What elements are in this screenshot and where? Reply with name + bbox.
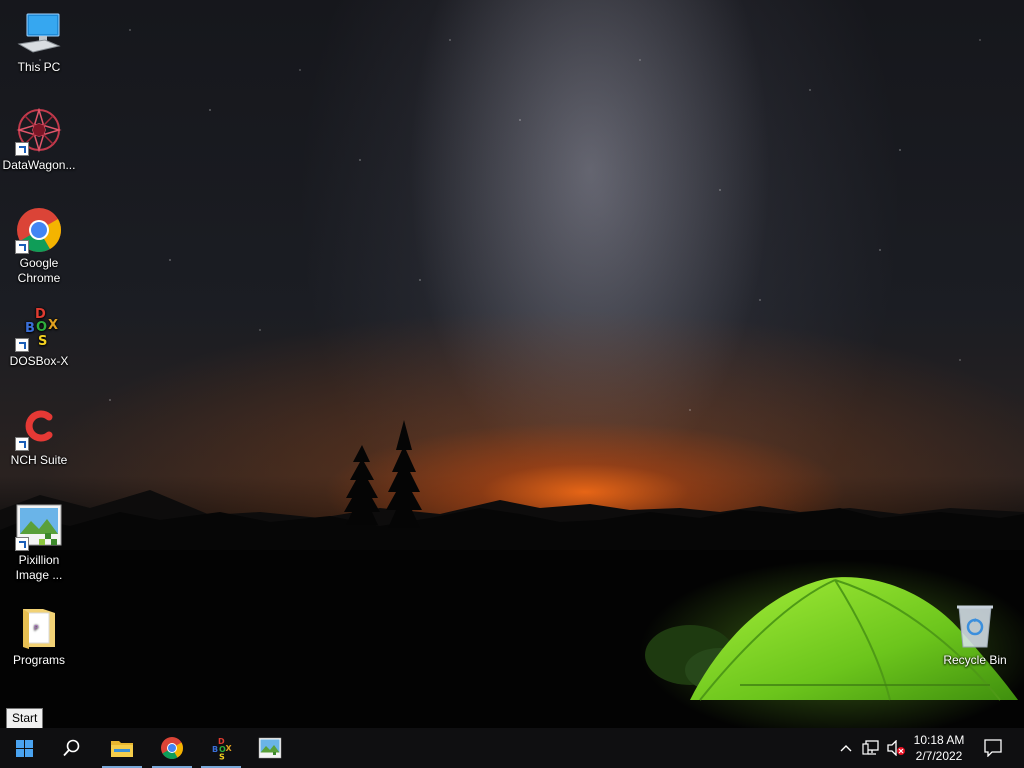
desktop-icon-this-pc[interactable]: This PC <box>1 10 77 75</box>
shortcut-arrow-icon <box>15 142 29 156</box>
shortcut-arrow-icon <box>15 537 29 551</box>
show-hidden-icons-button[interactable] <box>836 728 856 768</box>
nch-suite-icon <box>15 403 63 451</box>
taskbar-dosbox-x[interactable]: D B O X S <box>197 728 245 768</box>
clock-time: 10:18 AM <box>913 733 965 747</box>
folder-icon <box>111 741 133 757</box>
windows-logo-icon <box>15 739 33 757</box>
taskbar: D B O X S 10:18 AM 2/7/2022 <box>0 728 1024 768</box>
pixillion-icon <box>15 503 63 551</box>
desktop-icon-nch-suite[interactable]: NCH Suite <box>1 403 77 468</box>
desktop-icon-label: Recycle Bin <box>943 653 1007 667</box>
svg-text:B: B <box>212 745 218 754</box>
desktop-icon-label: This PC <box>17 60 61 74</box>
network-status-button[interactable] <box>860 728 882 768</box>
desktop-icon-label: Pixillion Image ... <box>15 553 63 582</box>
desktop-icon-label: Google Chrome <box>17 256 61 285</box>
dosbox-icon: D B O X S <box>212 737 233 761</box>
shortcut-arrow-icon <box>15 240 29 254</box>
taskbar-pixillion[interactable] <box>246 728 294 768</box>
search-button[interactable] <box>48 728 96 768</box>
start-button[interactable] <box>0 728 48 768</box>
datawagon-icon <box>15 107 63 156</box>
desktop[interactable]: This PC DataWagon... Google Chrome D B O… <box>0 0 1024 768</box>
chrome-icon <box>161 737 183 759</box>
desktop-icon-recycle-bin[interactable]: Recycle Bin <box>937 603 1013 668</box>
desktop-icon-label: NCH Suite <box>10 453 68 467</box>
desktop-icon-google-chrome[interactable]: Google Chrome <box>1 206 77 286</box>
svg-text:X: X <box>226 744 233 753</box>
desktop-icon-datawagon[interactable]: DataWagon... <box>1 107 77 173</box>
notification-icon <box>984 739 1002 757</box>
svg-text:O: O <box>36 320 47 335</box>
folder-icon: P <box>15 603 63 651</box>
wallpaper-landscape <box>0 420 1024 728</box>
svg-text:P: P <box>34 624 38 632</box>
network-icon <box>862 740 879 755</box>
clock-date: 2/7/2022 <box>915 749 963 763</box>
dosbox-icon: D B O X S <box>15 304 63 352</box>
desktop-icon-programs[interactable]: P Programs <box>1 603 77 668</box>
chevron-up-icon <box>840 745 852 752</box>
action-center-button[interactable] <box>978 728 1008 768</box>
search-icon <box>63 739 80 757</box>
taskbar-chrome[interactable] <box>148 728 196 768</box>
recycle-bin-icon <box>951 603 999 651</box>
desktop-icon-dosbox-x[interactable]: D B O X S DOSBox-X <box>1 304 77 369</box>
start-tooltip: Start <box>6 708 44 729</box>
taskbar-clock[interactable]: 10:18 AM 2/7/2022 <box>904 728 974 768</box>
desktop-icon-label: DataWagon... <box>2 158 76 172</box>
desktop-icon-label: Programs <box>12 653 65 667</box>
pixillion-icon <box>258 737 282 759</box>
volume-muted-icon <box>887 740 905 756</box>
desktop-icon-pixillion[interactable]: Pixillion Image ... <box>1 503 77 583</box>
svg-text:S: S <box>219 753 225 761</box>
desktop-icon-label: DOSBox-X <box>9 354 69 368</box>
computer-icon <box>15 10 63 58</box>
chrome-icon <box>15 206 63 254</box>
svg-text:B: B <box>25 321 35 336</box>
svg-text:X: X <box>48 318 58 333</box>
svg-text:S: S <box>38 334 47 349</box>
shortcut-arrow-icon <box>15 338 29 352</box>
shortcut-arrow-icon <box>15 437 29 451</box>
taskbar-file-explorer[interactable] <box>98 728 146 768</box>
